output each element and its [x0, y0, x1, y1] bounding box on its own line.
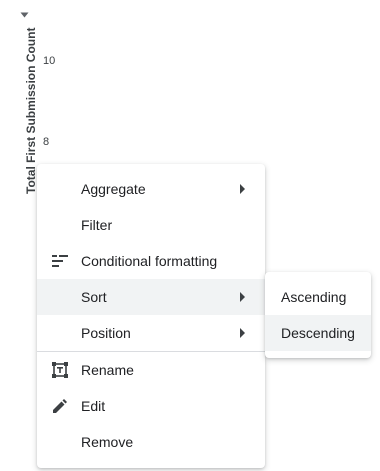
menu-item-rename[interactable]: Rename — [37, 352, 265, 388]
submenu-arrow-icon — [240, 184, 245, 194]
menu-item-label: Edit — [81, 398, 106, 414]
menu-item-label: Filter — [81, 217, 113, 233]
axis-dropdown-caret-icon[interactable] — [20, 12, 29, 18]
menu-item-conditional-formatting[interactable]: Conditional formatting — [37, 243, 265, 279]
menu-item-label: Rename — [81, 362, 134, 378]
app-canvas: Total First Submission Count 10 8 Aggreg… — [0, 0, 380, 471]
menu-item-filter[interactable]: Filter — [37, 207, 265, 243]
menu-item-label: Remove — [81, 434, 134, 450]
conditional-formatting-icon — [51, 252, 69, 270]
axis-context-menu: Aggregate Filter Conditional formatting … — [37, 164, 265, 468]
submenu-arrow-icon — [240, 328, 245, 338]
menu-item-label: Aggregate — [81, 181, 146, 197]
menu-item-label: Ascending — [281, 289, 347, 305]
menu-item-label: Sort — [81, 289, 107, 305]
y-axis-title-container[interactable]: Total First Submission Count — [14, 8, 38, 194]
menu-item-label: Conditional formatting — [81, 253, 218, 269]
y-tick-label: 10 — [43, 55, 56, 67]
y-axis-title[interactable]: Total First Submission Count — [24, 28, 38, 194]
menu-item-descending[interactable]: Descending — [265, 315, 371, 351]
menu-item-aggregate[interactable]: Aggregate — [37, 171, 265, 207]
menu-item-label: Position — [81, 325, 131, 341]
menu-item-remove[interactable]: Remove — [37, 424, 265, 460]
menu-item-edit[interactable]: Edit — [37, 388, 265, 424]
menu-item-ascending[interactable]: Ascending — [265, 279, 371, 315]
sort-submenu: Ascending Descending — [265, 272, 371, 358]
pencil-icon — [51, 397, 69, 415]
menu-item-label: Descending — [281, 325, 355, 341]
rename-icon — [51, 361, 69, 379]
menu-item-sort[interactable]: Sort — [37, 279, 265, 315]
menu-item-position[interactable]: Position — [37, 315, 265, 351]
y-tick-label: 8 — [43, 136, 50, 148]
submenu-arrow-icon — [240, 292, 245, 302]
